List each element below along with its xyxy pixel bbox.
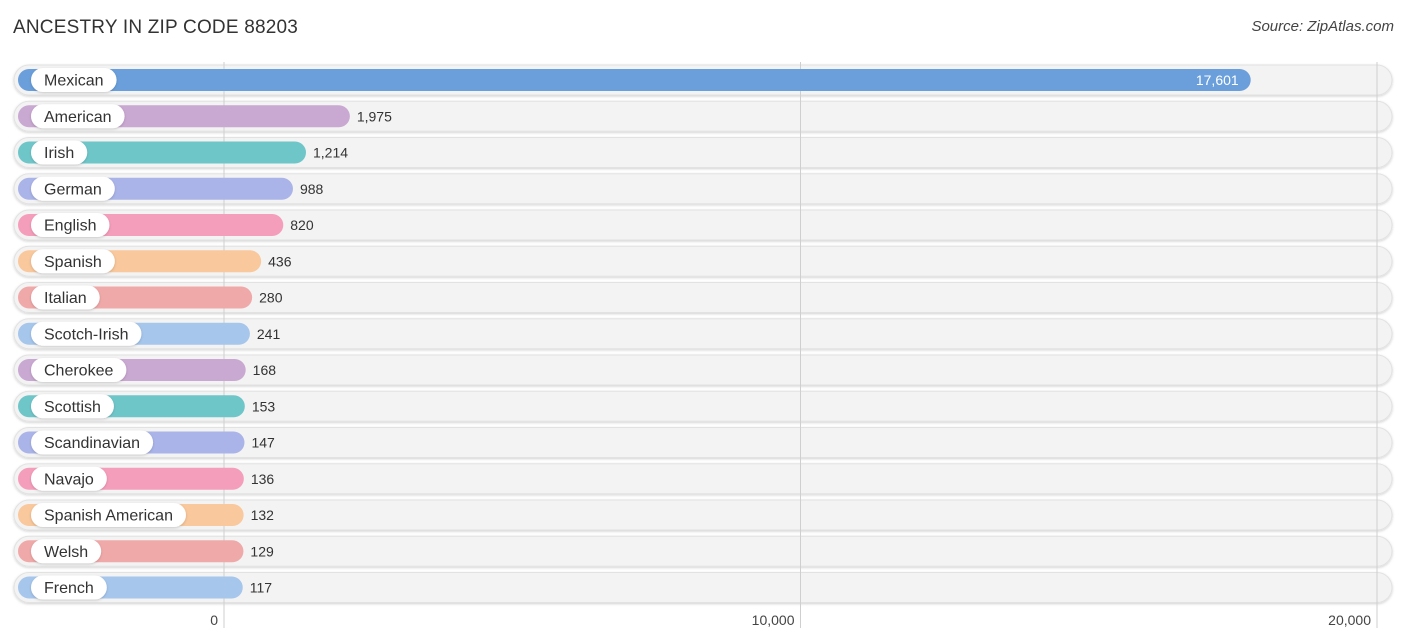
category-label: French: [44, 580, 94, 597]
value-label: 988: [300, 181, 324, 197]
value-label: 129: [250, 543, 274, 559]
bar-group: Navajo: [18, 466, 244, 491]
category-label: Spanish American: [44, 508, 173, 525]
category-label: American: [44, 109, 112, 126]
value-label: 1,214: [313, 145, 348, 161]
x-tick-label: 0: [210, 612, 218, 628]
bar-group: Irish: [18, 140, 306, 165]
value-label: 1,975: [357, 108, 392, 124]
category-label: Welsh: [44, 544, 88, 561]
category-label: English: [44, 218, 96, 235]
value-label: 132: [251, 507, 275, 523]
x-tick-label: 10,000: [752, 612, 795, 628]
bar-group: Scandinavian: [18, 430, 245, 455]
bar-group: Italian: [18, 285, 253, 310]
category-label: Spanish: [44, 254, 102, 271]
bar-group: American: [18, 104, 350, 129]
category-label: Mexican: [44, 73, 104, 90]
value-label: 147: [251, 435, 275, 451]
value-label: 436: [268, 253, 292, 269]
bar-group: French: [18, 575, 243, 600]
bar-group: German: [18, 176, 293, 201]
bar-group: Cherokee: [18, 358, 246, 382]
bar-group: Spanish: [18, 249, 262, 274]
bar-group: Mexican: [18, 68, 1251, 92]
category-label: Irish: [44, 145, 74, 162]
category-label: Scotch-Irish: [44, 326, 128, 343]
bar-group: Scottish: [18, 394, 245, 419]
bar-group: Scotch-Irish: [18, 321, 250, 346]
category-label: German: [44, 181, 102, 198]
bar-chart: Mexican 17,601 American 1,975 Irish 1,214 Germ…: [13, 62, 1393, 628]
bar-group: English: [18, 213, 284, 237]
category-label: Cherokee: [44, 363, 113, 380]
value-label: 168: [253, 362, 277, 378]
value-label: 241: [257, 326, 281, 342]
value-label: 17,601: [1196, 72, 1239, 88]
category-label: Navajo: [44, 471, 94, 488]
bar-group: Spanish American: [18, 503, 244, 527]
value-label: 820: [290, 217, 314, 233]
value-label: 136: [251, 471, 275, 487]
category-label: Scandinavian: [44, 435, 140, 452]
bar: [18, 69, 1251, 91]
bar-group: Welsh: [18, 539, 244, 564]
value-label: 117: [250, 580, 273, 596]
x-tick-label: 20,000: [1328, 612, 1371, 628]
category-label: Italian: [44, 290, 87, 307]
value-label: 280: [259, 290, 283, 306]
value-label: 153: [252, 398, 276, 414]
category-label: Scottish: [44, 399, 101, 416]
